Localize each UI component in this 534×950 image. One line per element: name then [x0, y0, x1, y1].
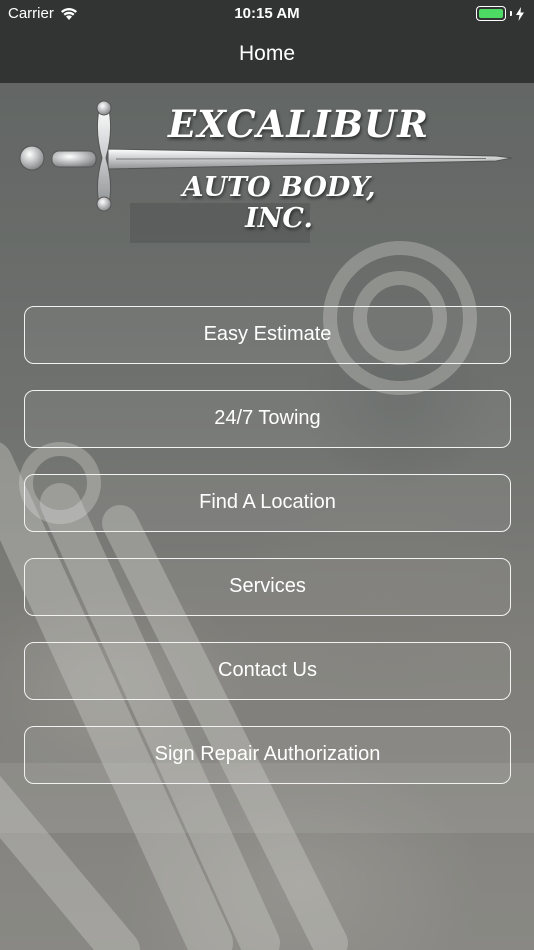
- logo-subtitle: AUTO BODY, INC.: [182, 172, 376, 234]
- status-bar: Carrier 10:15 AM: [0, 0, 534, 28]
- contact-us-button[interactable]: Contact Us: [24, 642, 511, 700]
- sign-repair-authorization-button[interactable]: Sign Repair Authorization: [24, 726, 511, 784]
- company-logo: EXCALIBUR AUTO BODY, INC.: [16, 100, 516, 234]
- towing-button[interactable]: 24/7 Towing: [24, 390, 511, 448]
- bolt-icon: [516, 6, 524, 21]
- find-location-button[interactable]: Find A Location: [24, 474, 511, 532]
- main-menu: Easy Estimate 24/7 Towing Find A Locatio…: [24, 306, 511, 810]
- status-time: 10:15 AM: [234, 5, 300, 22]
- logo-title: EXCALIBUR: [168, 102, 430, 146]
- navigation-bar: Home: [0, 28, 534, 83]
- battery-indicator: [476, 6, 524, 21]
- services-button[interactable]: Services: [24, 558, 511, 616]
- battery-icon: [476, 6, 506, 21]
- easy-estimate-button[interactable]: Easy Estimate: [24, 306, 511, 364]
- page-title: Home: [238, 42, 296, 65]
